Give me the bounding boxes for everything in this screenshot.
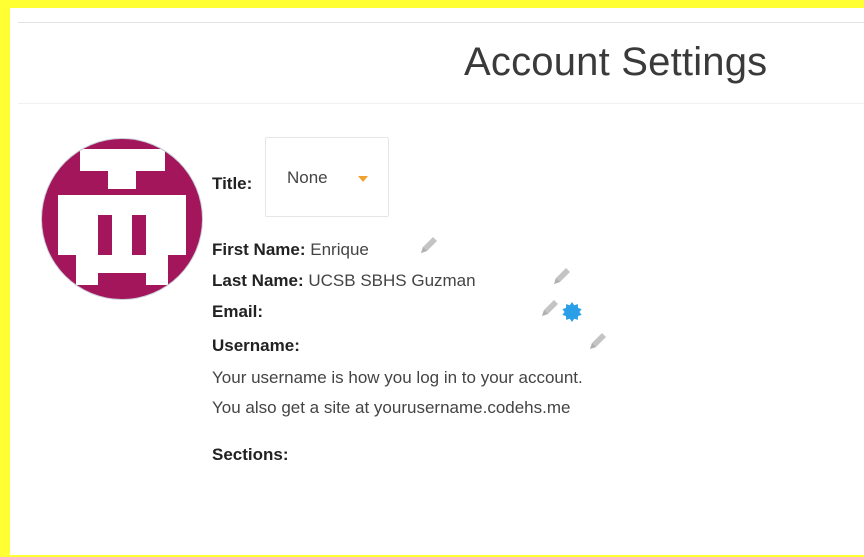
last-name-row: Last Name: UCSB SBHS Guzman <box>212 271 476 291</box>
first-name-value: Enrique <box>310 240 369 259</box>
page-title: Account Settings <box>464 40 768 84</box>
sections-row: Sections: <box>212 445 289 465</box>
email-row: Email: <box>212 302 263 322</box>
caret-down-icon <box>358 176 368 182</box>
title-divider <box>18 103 864 104</box>
title-field-label: Title: <box>212 174 253 193</box>
sections-label: Sections: <box>212 445 289 464</box>
edit-email-pencil-icon[interactable] <box>538 298 560 320</box>
first-name-row: First Name: Enrique <box>212 240 369 260</box>
edit-username-pencil-icon[interactable] <box>586 331 608 353</box>
email-label: Email: <box>212 302 264 321</box>
blue-seal-icon[interactable] <box>561 301 583 323</box>
username-label: Username: <box>212 336 300 355</box>
username-help-line-2: You also get a site at yourusername.code… <box>212 398 571 417</box>
edit-first-name-pencil-icon[interactable] <box>417 235 439 257</box>
last-name-label: Last Name: <box>212 271 304 290</box>
title-select-value: None <box>287 168 328 187</box>
avatar[interactable] <box>40 137 204 301</box>
top-divider <box>18 22 864 23</box>
username-help-line-1: Your username is how you log in to your … <box>212 368 583 387</box>
title-select[interactable]: None <box>265 137 389 217</box>
first-name-label: First Name: <box>212 240 306 259</box>
last-name-value: UCSB SBHS Guzman <box>308 271 476 290</box>
edit-last-name-pencil-icon[interactable] <box>550 266 572 288</box>
username-row: Username: <box>212 336 300 356</box>
